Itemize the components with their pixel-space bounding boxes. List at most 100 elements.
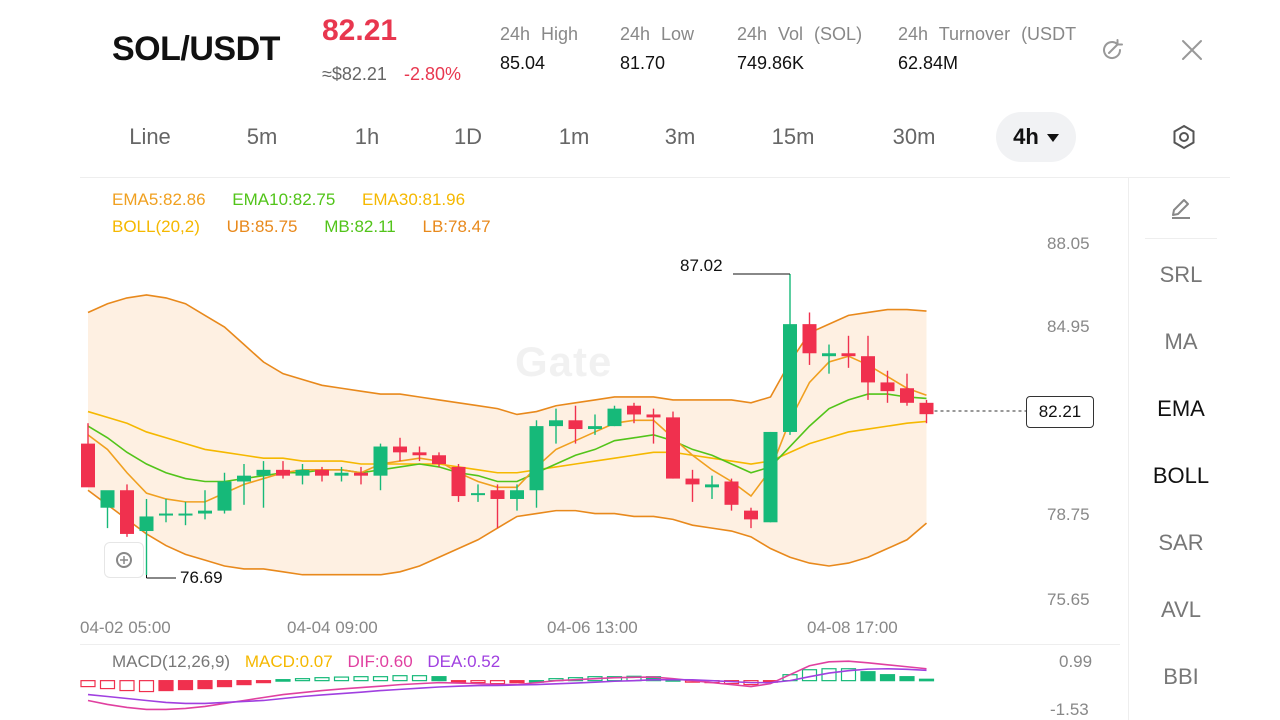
boll-mb-label: MB:82.11 <box>324 217 396 236</box>
candle-body <box>588 426 602 430</box>
candle-body <box>763 431 778 523</box>
kline-chart[interactable] <box>0 178 1128 720</box>
indicator-srl[interactable]: SRL <box>1129 262 1233 288</box>
stat-24h-volume: 24h Vol (SOL) 749.86K <box>737 24 862 74</box>
ticker-header: SOL/USDT 82.21 ≈$82.21 -2.80% 24h High 8… <box>0 0 1280 100</box>
ema5-label: EMA5:82.86 <box>112 190 206 209</box>
tab-1h[interactable]: 1h <box>342 112 392 162</box>
dea-line <box>87 667 927 705</box>
candle-body <box>393 446 407 453</box>
candle-body <box>607 408 622 427</box>
tab-1d[interactable]: 1D <box>440 112 496 162</box>
settings-icon[interactable] <box>1168 121 1200 153</box>
candle-body <box>295 469 310 476</box>
candle-body <box>81 443 95 488</box>
candle-body <box>373 446 388 476</box>
gate-watermark: Gate <box>515 338 613 385</box>
macd-bar <box>431 676 447 682</box>
candle-body <box>315 469 329 476</box>
indicator-sar[interactable]: SAR <box>1129 530 1233 556</box>
divider <box>1145 238 1217 239</box>
candle-body <box>666 417 680 479</box>
timeframe-tabs: Line 5m 1h 1D 1m 3m 15m 30m 4h <box>0 112 1280 162</box>
indicator-bbi[interactable]: BBI <box>1129 664 1233 690</box>
stat-label: 24h Turnover (USDT <box>898 24 1077 44</box>
candle-body <box>802 324 817 354</box>
stat-value: 62.84M <box>898 53 959 73</box>
macd-bar <box>255 680 272 684</box>
candle-body <box>100 490 115 508</box>
candle-body <box>841 353 856 357</box>
macd-bar <box>158 680 174 692</box>
tab-line[interactable]: Line <box>118 112 182 162</box>
tab-3m[interactable]: 3m <box>652 112 708 162</box>
macd-bar <box>353 676 369 682</box>
macd-tick: 0.99 <box>1059 652 1093 671</box>
tab-4h[interactable]: 4h <box>996 112 1076 162</box>
high-callout: 87.02 <box>680 256 723 275</box>
candle-body <box>237 475 251 482</box>
candle-body <box>159 513 173 516</box>
tab-30m[interactable]: 30m <box>880 112 948 162</box>
candle-body <box>354 472 368 476</box>
candle-body <box>705 484 719 488</box>
candle-body <box>178 513 193 516</box>
stat-label: 24h High <box>500 24 579 44</box>
y-tick: 78.75 <box>1047 505 1090 524</box>
close-icon[interactable] <box>1176 34 1208 66</box>
ema30-label: EMA30:81.96 <box>362 190 466 209</box>
macd-bar <box>860 671 876 682</box>
candle-body <box>822 353 836 357</box>
refresh-icon[interactable] <box>1096 34 1128 66</box>
candle-body <box>900 388 914 403</box>
macd-bar <box>275 679 291 682</box>
tab-1m[interactable]: 1m <box>546 112 602 162</box>
macd-bar <box>138 680 155 693</box>
macd-bar <box>411 675 428 682</box>
divider <box>80 644 1120 645</box>
candle-body <box>549 420 563 427</box>
macd-bar <box>333 676 350 682</box>
ema-legend: EMA5:82.86 EMA10:82.75 EMA30:81.96 <box>112 190 465 210</box>
dea-value: DEA:0.52 <box>427 652 501 671</box>
tab-15m[interactable]: 15m <box>760 112 826 162</box>
macd-bar <box>119 680 135 692</box>
last-price: 82.21 <box>322 14 398 47</box>
candle-body <box>783 324 797 432</box>
stat-value: 81.70 <box>620 53 666 73</box>
candle-body <box>744 510 758 520</box>
indicator-avl[interactable]: AVL <box>1129 597 1233 623</box>
boll-legend: BOLL(20,2) UB:85.75 MB:82.11 LB:78.47 <box>112 217 491 237</box>
macd-bar <box>216 680 233 688</box>
usd-price: ≈$82.21 <box>322 64 387 84</box>
candle-body <box>646 414 661 418</box>
indicator-ma[interactable]: MA <box>1129 329 1233 355</box>
low-callout: 76.69 <box>180 568 223 587</box>
candle-body <box>412 452 427 456</box>
candle-body <box>198 510 212 514</box>
candle-body <box>471 493 485 496</box>
tab-5m[interactable]: 5m <box>232 112 292 162</box>
indicator-ema[interactable]: EMA <box>1129 396 1233 422</box>
macd-value: MACD:0.07 <box>244 652 333 671</box>
candle-body <box>880 382 895 392</box>
candle-body <box>510 490 524 499</box>
macd-bar <box>509 680 525 684</box>
dif-value: DIF:0.60 <box>347 652 413 671</box>
current-price-tag: 82.21 <box>1026 396 1094 428</box>
candle-body <box>432 455 446 465</box>
candle-body <box>217 481 232 511</box>
price-change: -2.80% <box>404 64 462 84</box>
macd-bar <box>99 680 116 690</box>
indicator-boll[interactable]: BOLL <box>1129 463 1233 489</box>
stat-24h-turnover: 24h Turnover (USDT 62.84M <box>898 24 1086 74</box>
indicator-sidebar: SRL MA EMA BOLL SAR AVL BBI <box>1128 178 1232 720</box>
draw-pencil-icon[interactable] <box>1129 196 1233 226</box>
stat-24h-high: 24h High 85.04 <box>500 24 578 74</box>
chart-toggle-button[interactable] <box>104 542 144 578</box>
candle-body <box>256 469 271 476</box>
candle-body <box>861 356 875 383</box>
y-tick: 84.95 <box>1047 317 1090 336</box>
boll-label: BOLL(20,2) <box>112 217 200 236</box>
stat-value: 85.04 <box>500 53 546 73</box>
